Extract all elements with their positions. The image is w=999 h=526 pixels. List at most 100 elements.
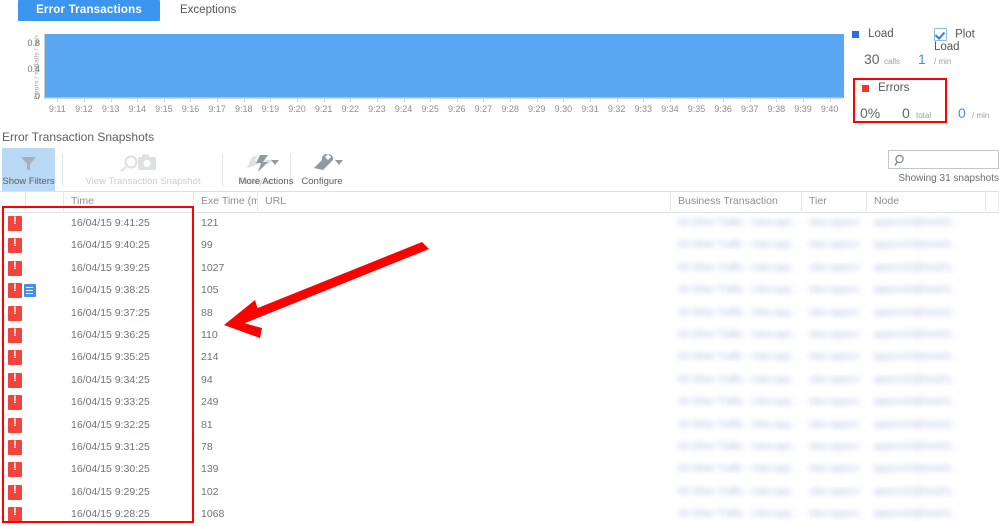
table-cell-exe: 99 <box>201 239 213 252</box>
x-tick-mark <box>643 98 645 102</box>
table-cell-node: appsrv10@host01... <box>874 441 960 452</box>
load-rate-unit: / min <box>934 57 952 66</box>
table-cell-bt: All Other Traffic - /rdev.app... <box>678 418 799 430</box>
table-column-header[interactable] <box>0 192 26 211</box>
table-cell-node: appsrv10@host01... <box>874 418 960 430</box>
load-calls-value: 30 <box>864 51 880 67</box>
table-row[interactable]: 16/04/15 9:38:25 105 All Other Traffic - /… <box>0 279 999 301</box>
tab-exceptions[interactable]: Exceptions <box>170 0 290 21</box>
table-cell-tier: rdev-appsrv <box>809 351 860 363</box>
table-cell-tier: rdev-appsrv <box>809 284 860 296</box>
table-row[interactable]: 16/04/15 9:36:25 110 All Other Traffic - /… <box>0 324 999 346</box>
table-cell-url <box>258 503 671 525</box>
table-cell-url <box>258 436 671 458</box>
toolbar-configure[interactable]: Configure <box>272 148 372 192</box>
search-input[interactable] <box>911 152 999 169</box>
table-cell-bt: All Other Traffic - /rdev.app... <box>678 351 799 363</box>
toolbar-show-filters[interactable]: Show Filters <box>2 148 55 192</box>
table-row[interactable]: 16/04/15 9:31:25 78 All Other Traffic - /r… <box>0 436 999 458</box>
plot-load-checkbox[interactable] <box>934 28 947 41</box>
table-cell-time: 16/04/15 9:33:25 <box>71 396 150 409</box>
table-row[interactable]: 16/04/15 9:30:25 139 All Other Traffic - /… <box>0 458 999 480</box>
table-cell-tier: rdev-appsrv <box>809 329 860 340</box>
table-row[interactable]: 16/04/15 9:37:25 88 All Other Traffic - /r… <box>0 302 999 324</box>
table-cell-url <box>258 257 671 279</box>
x-tick-mark <box>669 98 671 102</box>
table-cell-node: appsrv10@host01... <box>874 239 960 251</box>
table-cell-node: appsrv10@host01... <box>874 508 960 520</box>
table-cell-tier: rdev-appsrv <box>809 306 860 318</box>
table-cell-url <box>258 212 671 234</box>
wrench-icon <box>272 152 372 174</box>
error-status-icon <box>8 215 22 231</box>
table-cell-exe: 94 <box>201 373 213 386</box>
table-row[interactable]: 16/04/15 9:34:25 94 All Other Traffic - /r… <box>0 369 999 391</box>
load-area-series <box>44 34 844 98</box>
table-cell-url <box>258 481 671 503</box>
table-cell-node: appsrv10@host01... <box>874 217 960 228</box>
y-tick-2: 0 <box>34 91 40 101</box>
toolbar: Show Filters View Transaction Snapshot A… <box>0 148 999 192</box>
table-row[interactable]: 16/04/15 9:35:25 214 All Other Traffic - /… <box>0 346 999 368</box>
x-tick-mark <box>57 98 59 102</box>
table-cell-node: appsrv10@host01... <box>874 373 960 385</box>
table-cell-node: appsrv10@host01... <box>874 284 960 296</box>
table-cell-url <box>258 234 671 256</box>
error-status-icon <box>8 394 22 411</box>
table-column-header[interactable] <box>26 192 64 211</box>
table-cell-exe: 1068 <box>201 508 225 521</box>
table-cell-node: appsrv10@host01... <box>874 463 960 475</box>
table-cell-url <box>258 414 671 436</box>
table-row[interactable]: 16/04/15 9:40:25 99 All Other Traffic - /r… <box>0 234 999 256</box>
showing-count-label: Showing 31 snapshots <box>898 173 999 184</box>
error-status-icon <box>8 327 22 343</box>
table-row[interactable]: 16/04/15 9:33:25 249 All Other Traffic - /… <box>0 391 999 413</box>
tab-error-transactions[interactable]: Error Transactions <box>18 0 160 21</box>
table-row[interactable]: 16/04/15 9:41:25 121 All Other Traffic - /… <box>0 212 999 234</box>
toolbar-view-transaction-snapshot[interactable]: View Transaction Snapshot <box>70 148 216 192</box>
table-cell-bt: All Other Traffic - /rdev.app... <box>678 508 799 520</box>
transaction-snapshot-icon[interactable] <box>24 284 36 298</box>
table-cell-tier: rdev-appsrv <box>809 217 860 228</box>
x-tick-mark <box>803 98 805 102</box>
table-cell-tier: rdev-appsrv <box>809 463 860 475</box>
errors-rate-unit: / min <box>972 111 990 120</box>
table-column-header[interactable]: Exe Time (m <box>194 192 258 211</box>
table-cell-exe: 1027 <box>201 261 225 274</box>
error-status-icon <box>8 417 22 433</box>
table-row[interactable]: 16/04/15 9:32:25 81 All Other Traffic - /r… <box>0 414 999 436</box>
snapshots-table: Time Exe Time (m URL Business Transaction Ti… <box>0 191 999 525</box>
load-legend-row: Load Plot Load <box>852 28 999 53</box>
x-tick-mark <box>483 98 485 102</box>
table-cell-exe: 88 <box>201 306 213 319</box>
table-cell-tier: rdev-appsrv <box>809 485 860 497</box>
table-cell-tier: rdev-appsrv <box>809 396 860 408</box>
error-status-icon <box>8 506 22 523</box>
y-axis: 0.8 0.4 0 <box>0 26 40 101</box>
table-cell-url <box>258 458 671 480</box>
x-tick-mark <box>430 98 432 102</box>
x-tick-mark <box>456 98 458 102</box>
table-cell-exe: 121 <box>201 217 219 229</box>
table-cell-url <box>258 391 671 413</box>
table-column-header[interactable]: Time <box>64 192 194 211</box>
table-cell-node: appsrv10@host01... <box>874 329 960 340</box>
table-header-row: Time Exe Time (m URL Business Transaction Ti… <box>0 191 999 213</box>
error-status-icon <box>8 349 22 366</box>
x-axis-tick-labels: 9:11 9:12 9:13 9:14 9:15 9:16 9:17 9:18 9:19 9:20… <box>0 104 890 120</box>
table-column-header[interactable]: URL <box>258 192 671 211</box>
x-tick-mark <box>297 98 299 102</box>
error-status-icon <box>8 439 22 455</box>
table-row[interactable]: 16/04/15 9:39:25 1027 All Other Traffic - … <box>0 257 999 279</box>
x-tick-mark <box>163 98 165 102</box>
search-input-wrapper[interactable] <box>888 150 999 169</box>
table-column-header[interactable]: Business Transaction <box>671 192 802 211</box>
table-cell-tier: rdev-appsrv <box>809 373 860 385</box>
table-column-header[interactable]: Node <box>867 192 999 211</box>
table-column-header[interactable]: Tier <box>802 192 867 211</box>
table-cell-time: 16/04/15 9:31:25 <box>71 441 150 453</box>
table-cell-exe: 249 <box>201 396 219 409</box>
x-tick-mark <box>723 98 725 102</box>
table-row[interactable]: 16/04/15 9:29:25 102 All Other Traffic - /… <box>0 481 999 503</box>
table-row[interactable]: 16/04/15 9:28:25 1068 All Other Traffic - … <box>0 503 999 525</box>
